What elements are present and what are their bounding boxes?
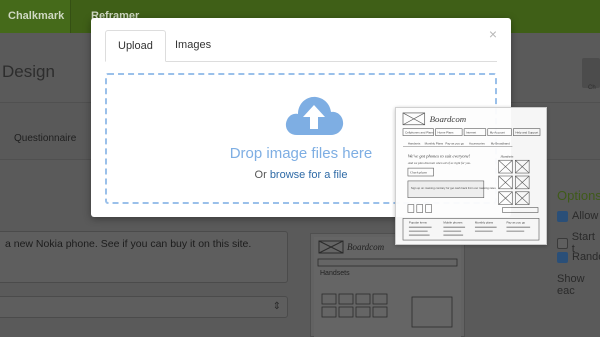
thumbnail-sketch: Boardcom Handsets bbox=[314, 237, 461, 337]
nav-tab-chalkmark[interactable]: Chalkmark bbox=[0, 0, 70, 33]
or-text: Or bbox=[254, 169, 267, 181]
tab-upload[interactable]: Upload bbox=[105, 30, 166, 62]
checkbox-unchecked-icon[interactable] bbox=[557, 237, 568, 249]
checkbox-checked-icon[interactable] bbox=[557, 210, 568, 222]
task-text: a new Nokia phone. See if you can buy it… bbox=[5, 238, 252, 250]
svg-text:Internet: Internet bbox=[466, 131, 476, 135]
cloud-upload-icon bbox=[285, 96, 344, 135]
svg-text:Popular items: Popular items bbox=[409, 220, 427, 224]
chart-icon-label: Ch bbox=[588, 85, 596, 91]
svg-text:Handsets: Handsets bbox=[500, 154, 514, 158]
svg-text:Sign up on roaming contrary fo: Sign up on roaming contrary for get cash… bbox=[411, 186, 496, 190]
sketch-headline: We've got phones to suit everyone! bbox=[408, 153, 471, 158]
sketch-brand: Boardcom bbox=[430, 114, 467, 124]
svg-text:Mobile phones: Mobile phones bbox=[443, 220, 463, 224]
option-allow[interactable]: Allow bbox=[557, 210, 598, 222]
svg-text:Monthly plans: Monthly plans bbox=[475, 220, 494, 224]
option-random[interactable]: Rando bbox=[557, 251, 600, 263]
options-title: Options bbox=[557, 188, 600, 203]
svg-text:Help and Support: Help and Support bbox=[515, 131, 538, 135]
svg-text:Cellphones and Plans: Cellphones and Plans bbox=[405, 131, 434, 135]
browse-link[interactable]: browse for a file bbox=[270, 169, 348, 181]
svg-text:Handsets: Handsets bbox=[408, 141, 421, 145]
svg-text:Home Plans: Home Plans bbox=[437, 131, 454, 135]
svg-text:My Broadband: My Broadband bbox=[491, 141, 510, 145]
tab-images[interactable]: Images bbox=[163, 30, 223, 62]
svg-text:Monthly Plans: Monthly Plans bbox=[425, 141, 444, 145]
svg-text:Pay as you go: Pay as you go bbox=[506, 220, 525, 224]
checkbox-checked-icon[interactable] bbox=[557, 251, 568, 263]
svg-text:Check plans: Check plans bbox=[410, 171, 428, 175]
dragged-sketch-image[interactable]: Boardcom Cellphones and Plans Home Plans I… bbox=[395, 107, 547, 245]
svg-text:Accessories: Accessories bbox=[469, 141, 485, 145]
option-label: Show eac bbox=[557, 273, 585, 297]
option-label: Allow bbox=[572, 210, 599, 222]
option-label: Rando bbox=[572, 251, 600, 263]
task-select[interactable]: ⇕ bbox=[0, 296, 288, 318]
modal-tabs: Upload Images bbox=[105, 30, 497, 62]
svg-text:Handsets: Handsets bbox=[320, 270, 350, 277]
option-show-each: Show eac bbox=[557, 273, 600, 297]
page-title: Design bbox=[2, 62, 55, 81]
close-icon[interactable]: × bbox=[489, 26, 497, 42]
chart-icon[interactable] bbox=[582, 58, 600, 88]
tab-questionnaire[interactable]: Questionnaire bbox=[14, 133, 76, 144]
svg-text:Boardcom: Boardcom bbox=[347, 242, 385, 252]
task-textarea[interactable]: a new Nokia phone. See if you can buy it… bbox=[0, 231, 288, 283]
svg-text:My Account: My Account bbox=[490, 131, 505, 135]
select-caret-icon: ⇕ bbox=[272, 301, 281, 312]
sketch-subline: And we plan discount when all of us righ… bbox=[407, 161, 471, 165]
svg-text:Pay as you go: Pay as you go bbox=[445, 141, 464, 145]
